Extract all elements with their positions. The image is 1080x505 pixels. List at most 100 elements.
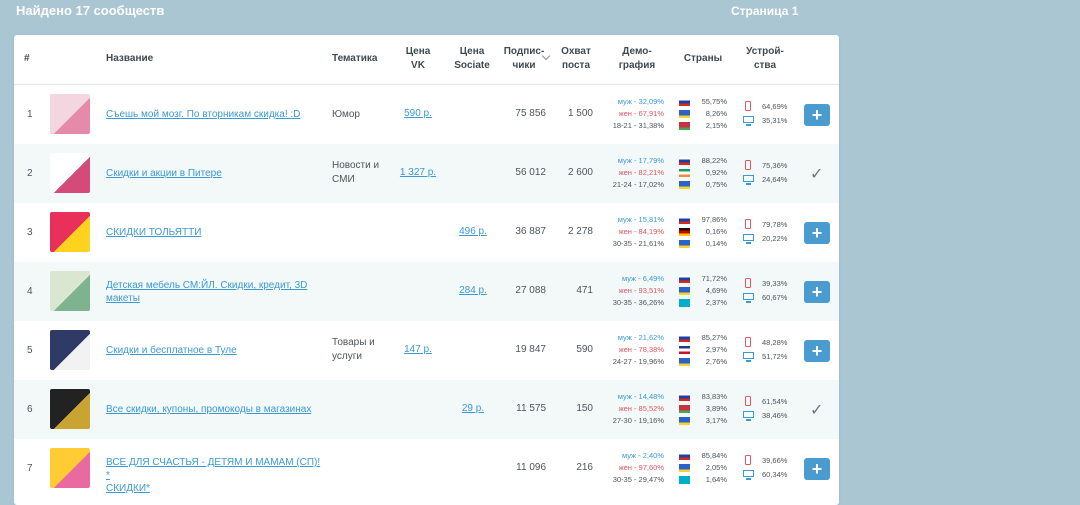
col-subscribers[interactable]: Подпис- чики (500, 45, 548, 73)
col-reach[interactable]: Охват поста (556, 45, 596, 73)
subscribers-count: 56 012 (515, 167, 546, 178)
post-reach: 150 (576, 403, 593, 414)
row-number: 7 (27, 463, 33, 474)
results-table: # Название Тематика Цена VK Цена Sociate… (14, 35, 839, 505)
country-share: 0,92% (705, 168, 727, 177)
add-community-button[interactable]: + (804, 281, 830, 303)
community-name-line: макеты (106, 293, 140, 304)
country-share: 88,22% (701, 156, 727, 165)
price-vk-link[interactable]: 147 р. (397, 344, 439, 355)
community-name-link[interactable]: СКИДКИ ТОЛЬЯТТИ (106, 226, 321, 239)
mobile-share: 79,78% (762, 220, 788, 229)
desktop-share: 60,67% (762, 293, 788, 302)
ru-flag-icon (679, 334, 690, 342)
mobile-row: 48,28% (742, 336, 792, 350)
community-avatar[interactable] (50, 389, 90, 429)
topic-line: СМИ (332, 174, 355, 185)
community-name-link[interactable]: Скидки и акции в Питере (106, 167, 321, 180)
col-reach-line1: Охват (561, 46, 591, 57)
topic: Юмор (332, 108, 392, 122)
country-row: 0,92% (679, 167, 727, 179)
subscribers-count: 36 887 (515, 226, 546, 237)
community-avatar[interactable] (50, 448, 90, 488)
countries: 55,75% 8,26% 2,15% (679, 96, 727, 132)
price-sociate-link[interactable]: 496 р. (454, 226, 492, 237)
selected-check-icon[interactable]: ✓ (810, 164, 823, 184)
community-name-link[interactable]: ВСЕ ДЛЯ СЧАСТЬЯ - ДЕТЯМ И МАМАМ (СП)! * С… (106, 456, 321, 495)
col-devices[interactable]: Устрой- ства (740, 45, 790, 73)
kz-flag-icon (679, 299, 690, 307)
female-share: жен - 93,51% (618, 286, 664, 295)
add-community-button[interactable]: + (804, 340, 830, 362)
post-reach: 590 (576, 344, 593, 355)
desktop-row: 35,31% (742, 114, 792, 128)
country-row: 88,22% (679, 155, 727, 167)
price-vk-link[interactable]: 1 327 р. (397, 167, 439, 178)
post-reach: 1 500 (567, 108, 593, 119)
community-avatar[interactable] (50, 330, 90, 370)
add-community-button[interactable]: + (804, 458, 830, 480)
mobile-row: 79,78% (742, 218, 792, 232)
selected-check-icon[interactable]: ✓ (810, 400, 823, 420)
community-name-link[interactable]: Детская мебель СМ:ЙЛ. Скидки, кредит, 3D… (106, 279, 321, 305)
desktop-share: 20,22% (762, 234, 788, 243)
demography: муж - 14,48% жен - 85,52% 27-30 - 19,16% (604, 391, 664, 427)
mobile-share: 39,66% (762, 456, 788, 465)
desktop-monitor-icon (742, 174, 756, 186)
country-share: 0,14% (705, 239, 727, 248)
results-header: Найдено 17 сообществ Страница 1 (0, 0, 1080, 26)
col-demography[interactable]: Демо- графия (610, 45, 664, 73)
community-name-line: СКИДКИ* (106, 483, 150, 494)
col-name[interactable]: Название (106, 52, 153, 66)
col-price-vk-line2: VK (411, 60, 425, 71)
community-avatar[interactable] (50, 212, 90, 252)
price-sociate-link[interactable]: 29 р. (454, 403, 492, 414)
desktop-share: 24,64% (762, 175, 788, 184)
mobile-row: 61,54% (742, 395, 792, 409)
col-price-sociate-line2: Sociate (454, 60, 490, 71)
add-community-button[interactable]: + (804, 104, 830, 126)
community-name-line: Все скидки, купоны, промокоды в магазина… (106, 404, 312, 415)
col-countries[interactable]: Страны (681, 52, 725, 66)
page-indicator: Страница 1 (731, 4, 799, 18)
community-avatar[interactable] (50, 271, 90, 311)
ru-flag-icon (679, 275, 690, 283)
ua-flag-icon (679, 417, 690, 425)
demography: муж - 17,79% жен - 82,21% 21-24 - 17,02% (604, 155, 664, 191)
results-count: Найдено 17 сообществ (16, 3, 165, 18)
mobile-phone-icon (742, 278, 756, 290)
country-row: 4,69% (679, 285, 727, 297)
col-price-sociate-line1: Цена (459, 46, 485, 57)
country-row: 97,86% (679, 214, 727, 226)
country-share: 4,69% (705, 286, 727, 295)
add-community-button[interactable]: + (804, 222, 830, 244)
country-share: 85,27% (701, 333, 727, 342)
desktop-row: 38,46% (742, 409, 792, 423)
community-name-link[interactable]: Все скидки, купоны, промокоды в магазина… (106, 403, 321, 416)
community-avatar[interactable] (50, 153, 90, 193)
male-share: муж - 2,40% (621, 451, 664, 460)
devices: 39,66% 60,34% (742, 454, 792, 482)
row-number: 1 (27, 109, 33, 120)
country-share: 1,64% (705, 475, 727, 484)
community-avatar[interactable] (50, 94, 90, 134)
male-share: муж - 6,49% (621, 274, 664, 283)
col-topic[interactable]: Тематика (332, 52, 377, 66)
col-price-vk-line1: Цена (405, 46, 431, 57)
price-vk-link[interactable]: 590 р. (397, 108, 439, 119)
country-share: 55,75% (701, 97, 727, 106)
community-name-line: ВСЕ ДЛЯ СЧАСТЬЯ - ДЕТЯМ И МАМАМ (СП)! * (106, 457, 321, 481)
male-share: муж - 15,81% (617, 215, 664, 224)
community-name-link[interactable]: Съешь мой мозг. По вторникам скидка! :D (106, 108, 321, 121)
country-share: 3,89% (705, 404, 727, 413)
price-sociate-link[interactable]: 284 р. (454, 285, 492, 296)
ie-flag-icon (679, 169, 690, 177)
gb-flag-icon (679, 346, 690, 354)
devices: 39,33% 60,67% (742, 277, 792, 305)
female-share: жен - 97,60% (618, 463, 664, 472)
col-price-vk[interactable]: Цена VK (397, 45, 439, 73)
col-subscribers-line1: Подпис- (503, 46, 545, 57)
col-price-sociate[interactable]: Цена Sociate (448, 45, 496, 73)
col-devices-line2: ства (753, 60, 777, 71)
community-name-link[interactable]: Скидки и бесплатное в Туле (106, 344, 321, 357)
